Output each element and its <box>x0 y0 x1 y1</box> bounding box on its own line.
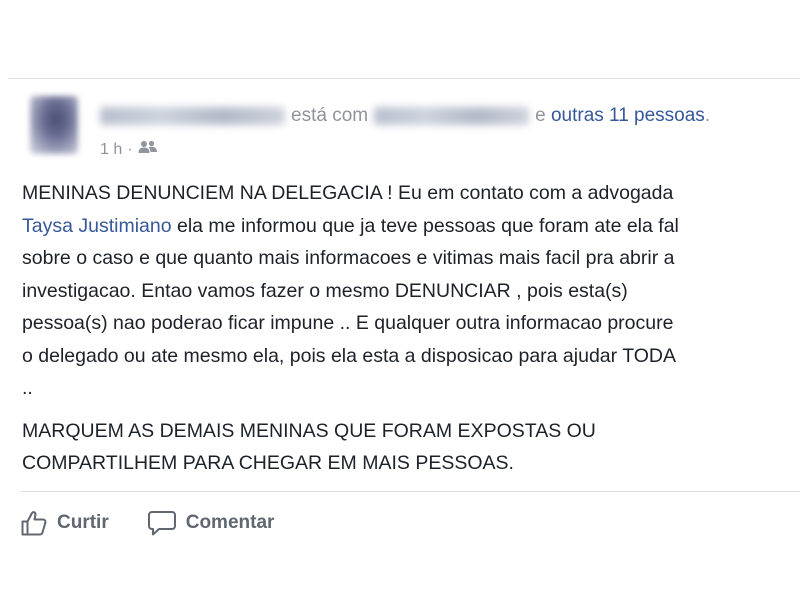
comment-label: Comentar <box>185 512 275 533</box>
post-header: está com e outras 11 pessoas. <box>100 105 710 127</box>
avatar[interactable] <box>30 96 78 154</box>
post-text-line: MARQUEM AS DEMAIS MENINAS QUE FORAM EXPO… <box>22 419 596 442</box>
post-text-line: sobre o caso e que quanto mais informaco… <box>22 247 675 269</box>
separator: · <box>127 140 133 158</box>
post-body: MENINAS DENUNCIEM NA DELEGACIA ! Eu em c… <box>22 177 800 480</box>
post-actions: Curtir Comentar <box>20 509 274 537</box>
header-connector: está com <box>291 105 369 126</box>
post-text-line: investigacao. Entao vamos fazer o mesmo … <box>22 279 628 302</box>
thumbs-up-icon <box>20 509 48 537</box>
post-text-line: o delegado ou ate mesmo ela, pois ela es… <box>22 344 677 367</box>
author-name-blurred[interactable] <box>100 106 285 125</box>
friends-icon[interactable] <box>138 140 158 159</box>
post-timestamp[interactable]: 1 h <box>100 141 122 159</box>
comment-button[interactable]: Comentar <box>147 509 275 537</box>
like-button[interactable]: Curtir <box>20 509 109 537</box>
post-meta: 1 h · <box>100 140 158 159</box>
header-period: . <box>704 105 711 126</box>
actions-divider <box>20 491 800 492</box>
tagged-person-blurred[interactable] <box>374 106 530 125</box>
post-text-line: COMPARTILHEM PARA CHEGAR EM MAIS PESSOAS… <box>22 452 514 474</box>
post-text-line: .. <box>22 377 33 399</box>
post-text-fragment: ela me informou que ja teve pessoas que … <box>171 214 679 237</box>
like-label: Curtir <box>57 512 109 533</box>
tagged-others-link[interactable]: outras 11 pessoas <box>551 105 705 126</box>
post-text-line: MENINAS DENUNCIEM NA DELEGACIA ! Eu em c… <box>22 182 674 204</box>
post-text-line: Taysa Justimiano ela me informou que ja … <box>22 210 800 243</box>
facebook-post: está com e outras 11 pessoas. 1 h · MENIN… <box>8 79 800 600</box>
post-text-line: pessoa(s) nao poderao ficar impune .. E … <box>22 312 674 334</box>
header-conjunction: e <box>535 105 546 126</box>
mention-link[interactable]: Taysa Justimiano <box>22 215 172 237</box>
comment-icon <box>147 509 177 537</box>
